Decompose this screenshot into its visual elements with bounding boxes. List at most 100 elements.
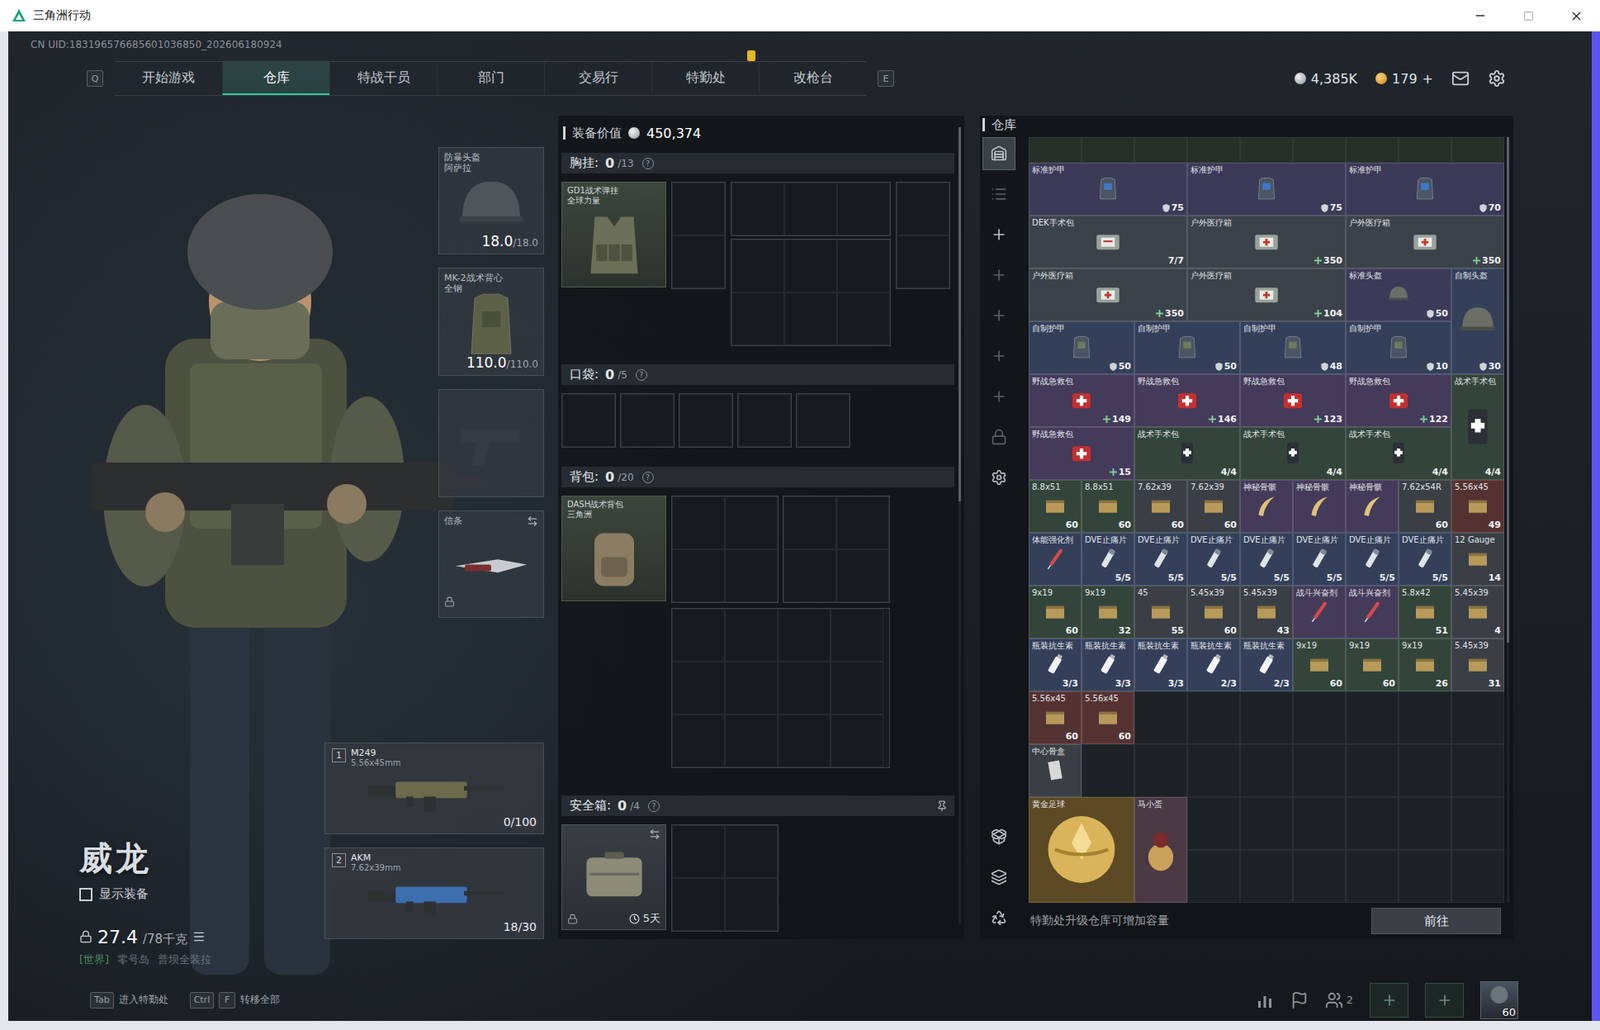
rail-button[interactable] [982,860,1016,894]
weight-details-icon[interactable] [192,929,206,943]
chest-rig-grid[interactable] [671,181,726,289]
warehouse-item[interactable]: 8.8x5160 [1081,479,1135,533]
show-gear-toggle[interactable]: 显示装备 [79,885,327,902]
warehouse-item[interactable]: 7.62x3960 [1134,479,1188,533]
grid-cell[interactable] [672,235,725,289]
warehouse-item[interactable]: 户外医疗箱350 [1028,268,1188,322]
grid-cell[interactable] [1451,796,1505,850]
help-mark[interactable]: ? [642,471,654,483]
rail-button[interactable] [982,460,1016,494]
warehouse-item[interactable]: 瓶装抗生素3/3 [1081,638,1135,692]
help-mark[interactable]: ? [635,369,648,381]
nav-tab[interactable]: 部门 [436,61,545,95]
grid-cell[interactable] [783,549,837,602]
warehouse-item[interactable]: DVE止痛片5/5 [1240,532,1293,586]
stats-icon[interactable] [1255,990,1274,1009]
helmet-slot[interactable]: 防暴头盔阿萨拉18.0/18.0 [438,146,545,255]
grid-cell[interactable] [1134,691,1188,744]
backpack-grid[interactable] [671,607,890,768]
warehouse-item[interactable]: 自制护甲10 [1345,321,1452,374]
grid-cell[interactable] [837,239,890,293]
grid-cell[interactable] [620,393,674,447]
pistol-slot[interactable] [438,388,545,498]
warehouse-item[interactable]: DVE止痛片5/5 [1292,532,1346,586]
grid-cell[interactable] [1187,796,1241,850]
grid-cell[interactable] [1398,137,1452,163]
grid-cell[interactable] [672,608,725,662]
grid-cell[interactable] [724,824,778,878]
warehouse-item[interactable]: 5.56x4560 [1028,691,1082,744]
grid-cell[interactable] [1292,691,1346,744]
safe-box-item[interactable]: 5天 [561,823,667,930]
invite-slot[interactable] [1369,982,1409,1018]
backpack-item[interactable]: DASH战术背包三角洲 [561,495,667,602]
grid-cell[interactable] [830,608,884,662]
grid-cell[interactable] [724,608,778,662]
weapon-slot[interactable]: 2AKM7.62x39mm18/30 [324,847,545,939]
grid-cell[interactable] [1451,691,1505,744]
chest-rig-grid[interactable] [730,181,891,237]
nav-tab[interactable]: 改枪台 [758,61,867,95]
rail-button[interactable] [982,298,1016,332]
warehouse-item[interactable]: 野战急救包15 [1028,426,1135,480]
warehouse-item[interactable]: 8.8x5160 [1028,479,1082,533]
grid-cell[interactable] [796,393,850,447]
pocket-slot[interactable] [678,392,734,448]
scroll-thumb[interactable] [1506,137,1510,643]
warehouse-item[interactable]: 野战急救包146 [1134,373,1241,427]
grid-cell[interactable] [1345,849,1399,903]
warehouse-item[interactable]: 战术手术包4/4 [1345,426,1452,480]
grid-cell[interactable] [1187,691,1241,744]
armor-slot[interactable]: MK-2战术背心全钢110.0/110.0 [438,267,545,376]
warehouse-item[interactable]: DVE止痛片5/5 [1187,532,1241,586]
pocket-slot[interactable] [620,392,675,448]
warehouse-item[interactable]: 4555 [1134,585,1188,639]
grid-cell[interactable] [724,496,778,550]
grid-cell[interactable] [1240,691,1293,744]
warehouse-scrollbar[interactable] [1506,137,1510,903]
rail-button[interactable] [982,900,1016,934]
grid-cell[interactable] [1240,849,1293,903]
grid-cell[interactable] [724,714,778,767]
grid-cell[interactable] [672,824,725,878]
warehouse-item[interactable]: 自制护甲50 [1134,321,1241,374]
warehouse-item[interactable]: 战术手术包4/4 [1451,373,1505,480]
grid-cell[interactable] [837,292,890,346]
grid-cell[interactable] [836,549,890,602]
grid-cell[interactable] [672,877,725,931]
pocket-slot[interactable] [795,392,851,448]
grid-cell[interactable] [830,661,884,715]
nav-tab[interactable]: 特战干员 [329,61,437,95]
grid-cell[interactable] [1081,137,1135,163]
chest-rig-grid[interactable] [895,181,951,289]
grid-cell[interactable] [1187,849,1241,903]
grid-cell[interactable] [836,496,890,550]
scroll-thumb[interactable] [958,127,961,502]
grid-cell[interactable] [731,182,785,236]
rail-button[interactable] [982,819,1016,853]
grid-cell[interactable] [1240,137,1293,163]
pocket-slot[interactable] [737,392,792,448]
grid-cell[interactable] [896,235,950,289]
grid-cell[interactable] [672,182,725,236]
help-mark[interactable]: ? [642,157,654,170]
invite-slot[interactable] [1424,982,1464,1018]
warehouse-item[interactable]: 户外医疗箱350 [1187,215,1346,269]
warehouse-item[interactable]: DVE止痛片5/5 [1345,532,1399,586]
mail-icon[interactable] [1451,69,1470,88]
warehouse-item[interactable]: DVE止痛片5/5 [1398,532,1452,586]
nav-tab[interactable]: 仓库 [222,61,330,95]
grid-cell[interactable] [724,661,778,715]
grid-cell[interactable] [672,661,725,715]
warehouse-item[interactable]: 5.45x3931 [1451,638,1505,692]
warehouse-item[interactable]: 9x1960 [1292,638,1346,692]
swap-icon[interactable] [526,515,539,527]
loadout-scrollbar[interactable] [958,127,961,924]
warehouse-item[interactable]: DVE止痛片5/5 [1081,532,1135,586]
grid-cell[interactable] [1187,137,1241,163]
warehouse-item[interactable]: 12 Gauge14 [1451,532,1505,586]
warehouse-item[interactable]: DVE止痛片5/5 [1134,532,1188,586]
warehouse-item[interactable]: 自制头盔30 [1451,268,1505,374]
close-button[interactable] [1552,0,1600,32]
grid-cell[interactable] [1398,849,1452,903]
